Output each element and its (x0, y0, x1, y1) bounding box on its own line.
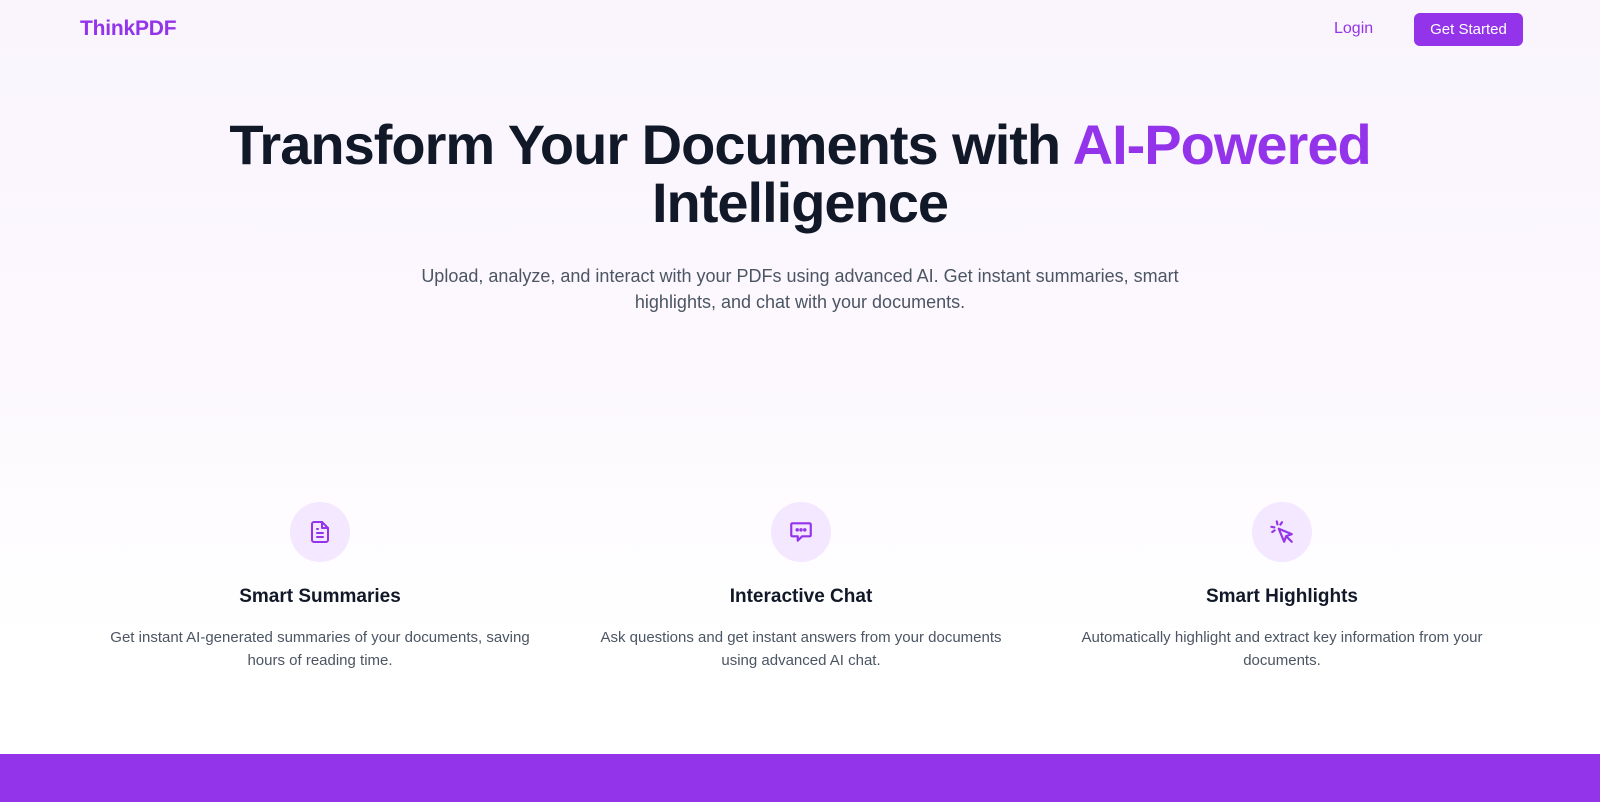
feature-card-highlights: Smart Highlights Automatically highlight… (1062, 502, 1502, 672)
hero-title: Transform Your Documents with AI-Powered… (0, 116, 1600, 232)
login-link[interactable]: Login (1334, 20, 1373, 38)
feature-card-summaries: Smart Summaries Get instant AI-generated… (100, 502, 540, 672)
top-navbar: ThinkPDF Login Get Started (0, 0, 1600, 58)
cursor-click-icon (1252, 502, 1312, 562)
footer-band (0, 754, 1600, 802)
feature-title: Smart Highlights (1205, 586, 1358, 607)
feature-card-chat: Interactive Chat Ask questions and get i… (581, 502, 1021, 672)
get-started-button[interactable]: Get Started (1414, 13, 1523, 46)
feature-description: Ask questions and get instant answers fr… (600, 629, 1002, 669)
feature-description: Get instant AI-generated summaries of yo… (110, 629, 530, 669)
hero-title-accent: AI-Powered (1072, 113, 1372, 176)
feature-title: Interactive Chat (729, 586, 873, 607)
feature-title: Smart Summaries (239, 586, 401, 607)
hero-title-part2: Intelligence (651, 171, 949, 234)
chat-icon (771, 502, 831, 562)
feature-description: Automatically highlight and extract key … (1081, 629, 1483, 669)
logo[interactable]: ThinkPDF (80, 17, 177, 41)
document-icon (290, 502, 350, 562)
hero-title-part1: Transform Your Documents with (229, 113, 1073, 176)
hero-subtitle: Upload, analyze, and interact with your … (421, 266, 1179, 312)
